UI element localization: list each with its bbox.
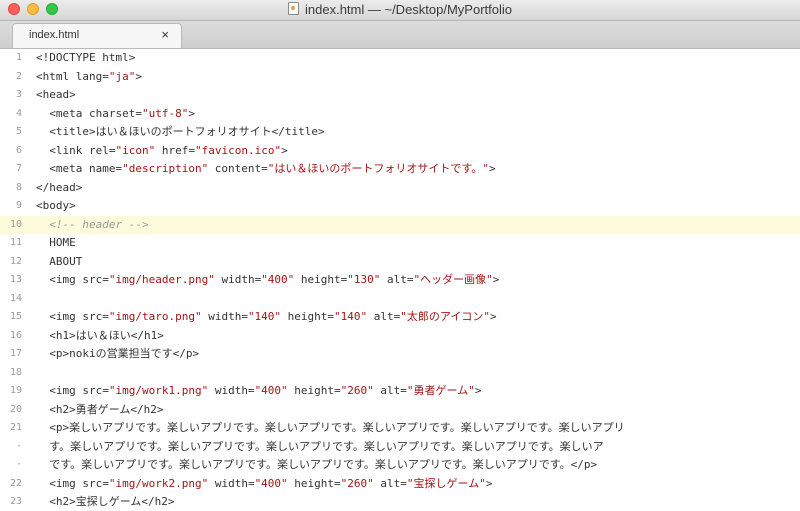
line-number: 22 (9, 477, 22, 489)
code-line[interactable]: 20 <h2>勇者ゲーム</h2> (0, 401, 800, 419)
line-number: 8 (15, 181, 22, 193)
code-line[interactable]: 22 <img src="img/work2.png" width="400" … (0, 475, 800, 493)
code-line[interactable]: 15 <img src="img/taro.png" width="140" h… (0, 308, 800, 326)
code-line[interactable]: 10 <!-- header --> (0, 215, 800, 234)
code-editor[interactable]: 1 <!DOCTYPE html> 2 <html lang="ja"> 3 <head>… (0, 49, 800, 508)
line-number: · (15, 440, 22, 452)
code-line[interactable]: 2 <html lang="ja"> (0, 68, 800, 86)
code-text: <body> (36, 199, 76, 212)
tab-bar: index.html × (0, 21, 800, 49)
line-number: 7 (15, 163, 22, 174)
code-text: <meta charset="utf-8"> (36, 106, 195, 120)
code-text: ABOUT (36, 254, 83, 268)
code-text: です。楽しいアプリです。楽しいアプリです。楽しいアプリです。楽しいアプリです。楽… (36, 458, 598, 471)
code-text: <!-- header --> (36, 217, 149, 231)
code-text: <img src="img/work1.png" width="400" hei… (36, 384, 482, 397)
code-text: <link rel="icon" href="favicon.ico"> (36, 143, 288, 157)
code-text: <p>nokiの営業担当です</p> (36, 347, 200, 360)
line-number: 3 (15, 89, 22, 100)
line-number: · (15, 459, 22, 470)
code-line[interactable]: 18 (0, 364, 800, 382)
code-line[interactable]: · す。楽しいアプリです。楽しいアプリです。楽しいアプリです。楽しいアプリです。… (0, 438, 800, 456)
code-text: <h1>はい＆ほい</h1> (36, 328, 164, 342)
line-number: 10 (9, 218, 22, 230)
line-number: 6 (15, 144, 22, 156)
line-number: 5 (15, 126, 22, 137)
tab-index-html[interactable]: index.html × (12, 23, 182, 48)
tab-label: index.html (29, 29, 80, 41)
line-number: 2 (15, 70, 22, 82)
line-number: 11 (9, 237, 22, 248)
code-line[interactable]: 3 <head> (0, 86, 800, 104)
line-number: 16 (9, 329, 22, 341)
code-line[interactable]: 13 <img src="img/header.png" width="400"… (0, 271, 800, 289)
line-number: 12 (9, 255, 22, 267)
line-number: 23 (9, 496, 22, 507)
code-text: HOME (36, 236, 76, 249)
tab-close-icon[interactable]: × (161, 27, 169, 42)
document-icon (288, 2, 299, 15)
code-text: <img src="img/work2.png" width="400" hei… (36, 476, 493, 490)
line-number: 15 (9, 311, 22, 322)
code-text: <h2>勇者ゲーム</h2> (36, 402, 164, 416)
code-line[interactable]: 23 <h2>宝探しゲーム</h2> (0, 493, 800, 511)
code-line[interactable]: 1 <!DOCTYPE html> (0, 49, 800, 67)
code-text: <p>楽しいアプリです。楽しいアプリです。楽しいアプリです。楽しいアプリです。楽… (36, 421, 625, 434)
line-number: 14 (9, 292, 22, 304)
line-number: 21 (9, 422, 22, 433)
code-line[interactable]: 14 (0, 290, 800, 308)
code-line[interactable]: 21 <p>楽しいアプリです。楽しいアプリです。楽しいアプリです。楽しいアプリで… (0, 419, 800, 437)
line-number: 13 (9, 274, 22, 285)
code-text: <meta name="description" content="はい＆ほいの… (36, 162, 496, 175)
window-title-text: index.html — ~/Desktop/MyPortfolio (305, 2, 512, 17)
code-text: <html lang="ja"> (36, 69, 142, 83)
line-number: 17 (9, 348, 22, 359)
code-line[interactable]: 19 <img src="img/work1.png" width="400" … (0, 382, 800, 400)
code-text: <title>はい＆ほいのポートフォリオサイト</title> (36, 125, 325, 138)
line-number: 19 (9, 385, 22, 396)
line-number: 9 (15, 200, 22, 211)
code-line[interactable]: 8 </head> (0, 179, 800, 197)
code-line[interactable]: 9 <body> (0, 197, 800, 215)
line-number: 1 (15, 52, 22, 63)
code-line[interactable]: 5 <title>はい＆ほいのポートフォリオサイト</title> (0, 123, 800, 141)
code-line[interactable]: 11 HOME (0, 234, 800, 252)
code-text: <head> (36, 88, 76, 101)
line-number: 20 (9, 403, 22, 415)
code-text: <!DOCTYPE html> (36, 51, 136, 64)
code-line[interactable]: 12 ABOUT (0, 253, 800, 271)
code-line[interactable]: 7 <meta name="description" content="はい＆ほ… (0, 160, 800, 178)
line-number: 4 (15, 107, 22, 119)
code-line[interactable]: 16 <h1>はい＆ほい</h1> (0, 327, 800, 345)
code-line[interactable]: 17 <p>nokiの営業担当です</p> (0, 345, 800, 363)
window-title: index.html — ~/Desktop/MyPortfolio (0, 2, 800, 17)
code-line[interactable]: 4 <meta charset="utf-8"> (0, 105, 800, 123)
window-title-bar: index.html — ~/Desktop/MyPortfolio (0, 0, 800, 21)
code-text: す。楽しいアプリです。楽しいアプリです。楽しいアプリです。楽しいアプリです。楽し… (36, 439, 604, 453)
code-line[interactable]: · です。楽しいアプリです。楽しいアプリです。楽しいアプリです。楽しいアプリです… (0, 456, 800, 474)
code-text: <h2>宝探しゲーム</h2> (36, 495, 175, 508)
code-line[interactable]: 6 <link rel="icon" href="favicon.ico"> (0, 142, 800, 160)
line-number: 18 (9, 366, 22, 378)
code-text: </head> (36, 180, 83, 194)
code-text: <img src="img/taro.png" width="140" heig… (36, 310, 497, 323)
code-text: <img src="img/header.png" width="400" he… (36, 273, 500, 286)
